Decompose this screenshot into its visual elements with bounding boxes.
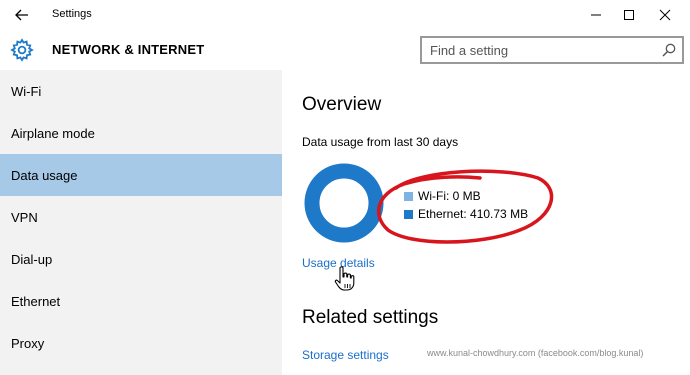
related-settings-heading: Related settings bbox=[302, 307, 439, 328]
sidebar-item-proxy[interactable]: Proxy bbox=[0, 322, 282, 364]
maximize-button[interactable] bbox=[611, 0, 647, 30]
sidebar-item-airplane-mode[interactable]: Airplane mode bbox=[0, 112, 282, 154]
section-title: NETWORK & INTERNET bbox=[52, 42, 205, 57]
minimize-icon bbox=[591, 14, 601, 16]
sidebar: Wi-Fi Airplane mode Data usage VPN Dial-… bbox=[0, 70, 282, 375]
minimize-button[interactable] bbox=[578, 0, 614, 30]
overview-heading: Overview bbox=[302, 94, 382, 115]
back-arrow-icon bbox=[15, 9, 28, 21]
gear-icon bbox=[10, 38, 34, 62]
usage-caption: Data usage from last 30 days bbox=[302, 135, 459, 149]
watermark-text: www.kunal-chowdhury.com (facebook.com/bl… bbox=[427, 348, 644, 358]
search-icon[interactable] bbox=[662, 43, 676, 57]
storage-settings-link[interactable]: Storage settings bbox=[302, 348, 389, 362]
sidebar-item-ethernet[interactable]: Ethernet bbox=[0, 280, 282, 322]
sidebar-item-dial-up[interactable]: Dial-up bbox=[0, 238, 282, 280]
maximize-icon bbox=[624, 10, 634, 20]
close-icon bbox=[659, 9, 671, 21]
red-highlight-ellipse bbox=[377, 169, 554, 244]
close-button[interactable] bbox=[647, 0, 683, 30]
sidebar-item-vpn[interactable]: VPN bbox=[0, 196, 282, 238]
search-box[interactable] bbox=[420, 36, 684, 64]
back-button[interactable] bbox=[0, 0, 44, 30]
hand-cursor-icon bbox=[334, 266, 355, 291]
search-input[interactable] bbox=[430, 41, 650, 59]
title-bar: Settings bbox=[0, 0, 690, 30]
window-title: Settings bbox=[52, 8, 92, 20]
sidebar-item-data-usage[interactable]: Data usage bbox=[0, 154, 282, 196]
sidebar-item-wifi[interactable]: Wi-Fi bbox=[0, 70, 282, 112]
settings-header: NETWORK & INTERNET bbox=[0, 30, 690, 70]
